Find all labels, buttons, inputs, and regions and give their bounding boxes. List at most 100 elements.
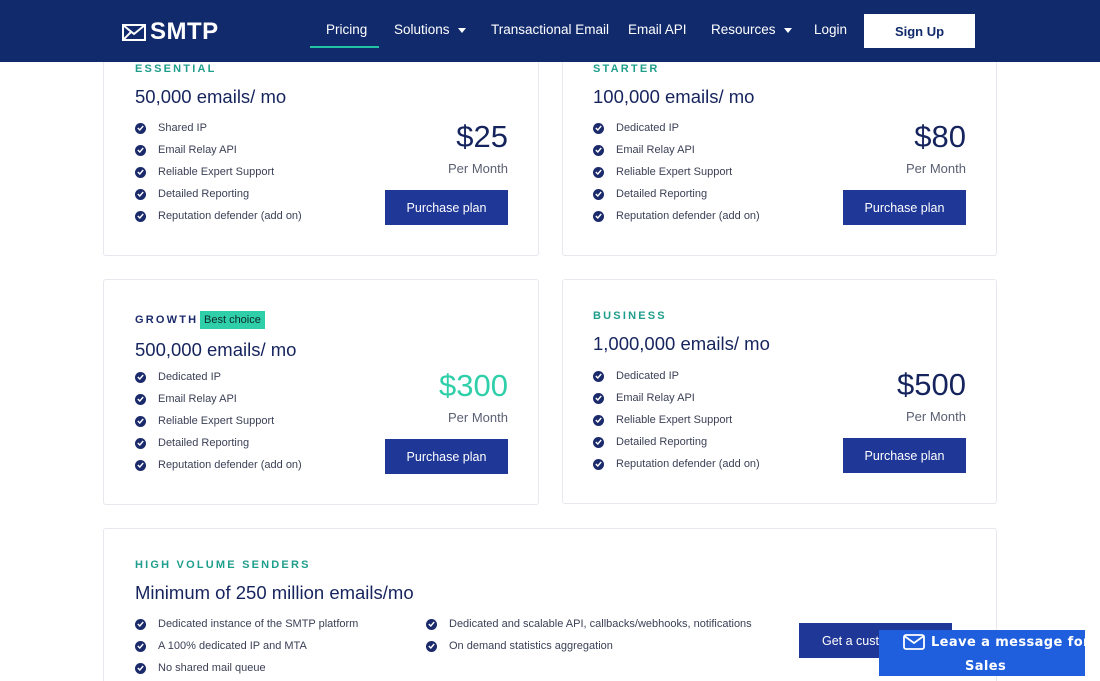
feature-item: Dedicated IP (593, 117, 760, 139)
feature-item: Shared IP (135, 117, 302, 139)
check-icon (135, 393, 146, 405)
feature-label: A 100% dedicated IP and MTA (158, 640, 307, 652)
check-icon (593, 144, 604, 156)
feature-item: On demand statistics aggregation (426, 635, 752, 657)
plan-card-starter: STARTER 100,000 emails/ mo Dedicated IP … (562, 30, 997, 256)
leave-message-chat-widget[interactable]: Leave a message for Sales (879, 630, 1089, 676)
feature-item: A 100% dedicated IP and MTA (135, 635, 358, 657)
high-volume-card: HIGH VOLUME SENDERS Minimum of 250 milli… (103, 528, 997, 681)
smtp-logo[interactable]: SMTP (122, 18, 219, 46)
nav-pricing-label: Pricing (326, 22, 368, 37)
nav-solutions[interactable]: Solutions (394, 22, 466, 37)
plan-volume: 1,000,000 emails/ mo (593, 333, 770, 354)
feature-item: Email Relay API (135, 388, 302, 410)
check-icon (135, 415, 146, 427)
check-icon (593, 458, 604, 470)
feature-item: Reliable Expert Support (593, 409, 760, 431)
feature-item: Reliable Expert Support (135, 410, 302, 432)
nav-login[interactable]: Login (814, 22, 847, 37)
logo-text: SMTP (150, 18, 219, 45)
plan-tier: STARTER (593, 63, 660, 75)
check-icon (593, 392, 604, 404)
feature-item: Email Relay API (135, 139, 302, 161)
envelope-icon (903, 634, 925, 650)
check-icon (593, 188, 604, 200)
chevron-down-icon (783, 28, 792, 33)
nav-resources-label: Resources (711, 22, 776, 37)
check-icon (426, 618, 437, 630)
nav-resources[interactable]: Resources (711, 22, 792, 37)
envelope-logo-icon (122, 23, 146, 41)
purchase-plan-button[interactable]: Purchase plan (843, 190, 966, 225)
feature-label: Dedicated and scalable API, callbacks/we… (449, 618, 752, 630)
feature-item: Reputation defender (add on) (593, 453, 760, 475)
check-icon (593, 166, 604, 178)
check-icon (135, 166, 146, 178)
nav-email-api-label: Email API (628, 22, 687, 37)
check-icon (135, 437, 146, 449)
nav-pricing[interactable]: Pricing (326, 22, 367, 37)
check-icon (135, 618, 146, 630)
feature-item: Dedicated instance of the SMTP platform (135, 613, 358, 635)
feature-label: Email Relay API (616, 392, 695, 404)
check-icon (593, 414, 604, 426)
plan-features: Shared IP Email Relay API Reliable Exper… (135, 117, 302, 227)
nav-login-label: Login (814, 22, 848, 37)
nav-email-api[interactable]: Email API (628, 22, 687, 37)
feature-label: Email Relay API (616, 144, 695, 156)
feature-label: Detailed Reporting (158, 437, 250, 449)
feature-item: Email Relay API (593, 139, 760, 161)
nav-transactional-email[interactable]: Transactional Email (491, 22, 609, 37)
feature-label: Reputation defender (add on) (616, 458, 760, 470)
check-icon (135, 662, 146, 674)
check-icon (135, 188, 146, 200)
sign-up-button[interactable]: Sign Up (864, 14, 975, 48)
top-navbar: SMTP Pricing Solutions Transactional Ema… (0, 0, 1100, 62)
check-icon (593, 436, 604, 448)
plan-period: Per Month (906, 161, 966, 176)
feature-label: Detailed Reporting (616, 188, 708, 200)
feature-item: Reputation defender (add on) (135, 205, 302, 227)
feature-item: Dedicated and scalable API, callbacks/we… (426, 613, 752, 635)
feature-item: No shared mail queue (135, 657, 358, 679)
purchase-plan-button[interactable]: Purchase plan (843, 438, 966, 473)
plan-card-growth: GROWTH Best choice 500,000 emails/ mo De… (103, 279, 539, 505)
plan-volume: 500,000 emails/ mo (135, 339, 297, 360)
feature-label: No shared mail queue (158, 662, 266, 674)
plan-period: Per Month (906, 409, 966, 424)
plan-features-left: Dedicated instance of the SMTP platform … (135, 613, 358, 679)
plan-price: $25 (456, 119, 508, 154)
feature-label: Reliable Expert Support (158, 415, 275, 427)
nav-solutions-label: Solutions (394, 22, 450, 37)
check-icon (593, 370, 604, 382)
purchase-plan-button[interactable]: Purchase plan (385, 190, 508, 225)
plan-features: Dedicated IP Email Relay API Reliable Ex… (593, 365, 760, 475)
feature-label: Reputation defender (add on) (616, 210, 760, 222)
feature-item: Reputation defender (add on) (135, 454, 302, 476)
feature-item: Reliable Expert Support (135, 161, 302, 183)
feature-label: Reliable Expert Support (616, 414, 733, 426)
plan-volume: 100,000 emails/ mo (593, 86, 755, 107)
feature-item: Dedicated IP (135, 366, 302, 388)
purchase-plan-button[interactable]: Purchase plan (385, 439, 508, 474)
chat-label-line2: Sales (965, 659, 1007, 674)
check-icon (135, 640, 146, 652)
feature-label: Shared IP (158, 122, 207, 134)
check-icon (593, 122, 604, 134)
feature-label: Email Relay API (158, 144, 237, 156)
feature-label: Reputation defender (add on) (158, 459, 302, 471)
plan-tier: ESSENTIAL (135, 63, 217, 75)
feature-item: Detailed Reporting (135, 432, 302, 454)
feature-item: Reputation defender (add on) (593, 205, 760, 227)
chevron-down-icon (457, 28, 466, 33)
feature-item: Email Relay API (593, 387, 760, 409)
feature-label: Dedicated IP (616, 370, 679, 382)
feature-label: Dedicated IP (158, 371, 221, 383)
check-icon (135, 459, 146, 471)
plan-period: Per Month (448, 161, 508, 176)
plan-features-right: Dedicated and scalable API, callbacks/we… (426, 613, 752, 657)
check-icon (426, 640, 437, 652)
plan-tier: HIGH VOLUME SENDERS (135, 559, 311, 571)
plan-price: $80 (914, 119, 966, 154)
plan-tier: GROWTH (135, 314, 199, 326)
